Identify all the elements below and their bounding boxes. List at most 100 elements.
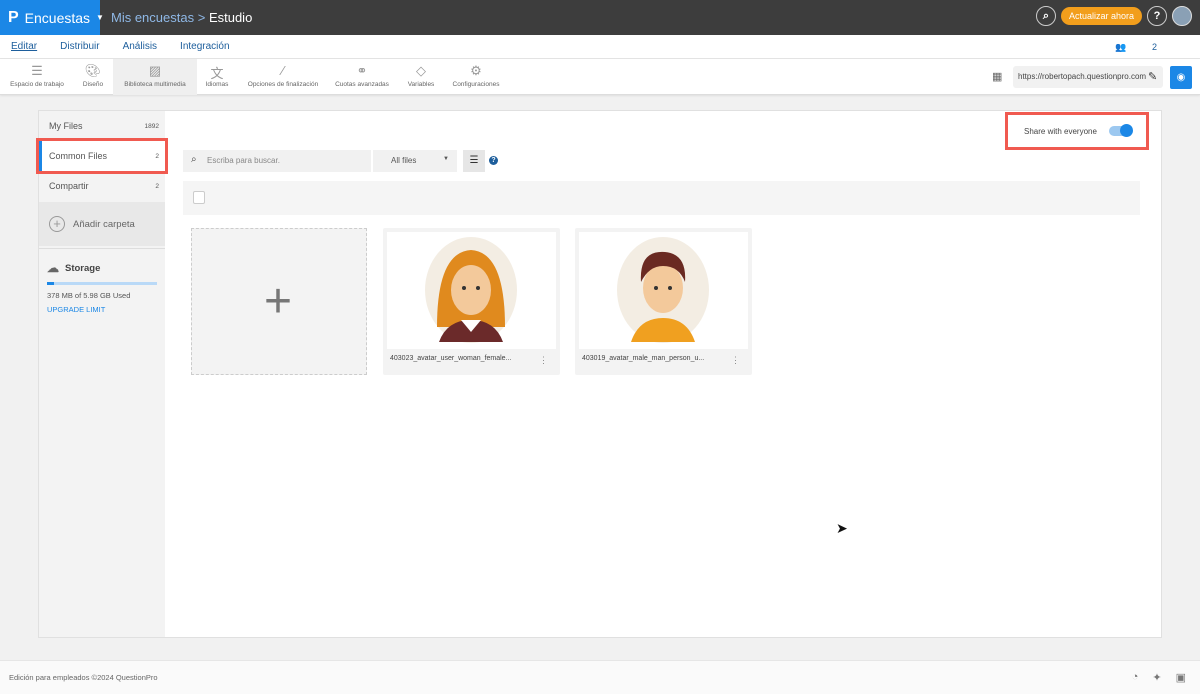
breadcrumb-separator: > bbox=[197, 10, 206, 25]
folder-count: 1892 bbox=[144, 122, 159, 130]
media-library-panel: My Files 1892 Common Files 2 Compartir 2 + A… bbox=[36, 110, 1162, 638]
gear-icon: ⚙ bbox=[470, 63, 482, 78]
qr-code-icon[interactable]: ▦ bbox=[992, 70, 1002, 83]
storage-used: 378 MB of 5.98 GB Used bbox=[47, 291, 131, 300]
plus-icon: + bbox=[264, 275, 293, 328]
speedometer-icon[interactable]: ◔ bbox=[1132, 671, 1139, 684]
search-input[interactable]: ⌕ Escriba para buscar. bbox=[183, 150, 371, 172]
search-placeholder: Escriba para buscar. bbox=[207, 156, 280, 165]
tool-languages[interactable]: 文 Idiomas bbox=[200, 59, 234, 95]
tool-media-library[interactable]: ▨ Biblioteca multimedia bbox=[113, 59, 197, 95]
search-icon[interactable]: ⌕ bbox=[1035, 6, 1056, 26]
translate-icon: 文 bbox=[210, 66, 224, 81]
collaborators[interactable]: 👥 2 bbox=[1115, 42, 1180, 53]
top-bar: P Encuestas ▼ Mis encuestas > Estudio ⌕ Ac… bbox=[0, 0, 1200, 35]
folder-common-files[interactable]: Common Files 2 bbox=[36, 138, 168, 174]
select-all-checkbox[interactable] bbox=[193, 191, 205, 204]
selection-bar bbox=[183, 181, 1140, 215]
storage-title: Storage bbox=[65, 262, 101, 274]
tool-end-options[interactable]: ⁄ Opciones de finalización bbox=[244, 59, 322, 95]
file-card[interactable]: 403019_avatar_male_man_person_u... ⋮ bbox=[575, 228, 752, 375]
chat-bot-icon[interactable]: ▣ bbox=[1176, 671, 1186, 684]
product-switcher[interactable]: P Encuestas ▼ bbox=[0, 0, 104, 35]
folder-sidebar: My Files 1892 Common Files 2 Compartir 2 + A… bbox=[36, 111, 168, 637]
breadcrumb: Mis encuestas > Estudio bbox=[111, 10, 252, 25]
file-thumbnail bbox=[579, 232, 748, 349]
file-thumbnail bbox=[387, 232, 556, 349]
share-toggle[interactable] bbox=[1108, 124, 1133, 137]
quota-icon: ⚭ bbox=[356, 63, 368, 78]
file-name: 403023_avatar_user_woman_female... bbox=[390, 355, 512, 362]
breadcrumb-current: Estudio bbox=[208, 10, 253, 25]
tab-integracion[interactable]: Integración bbox=[180, 41, 229, 52]
storage-panel: ☁ Storage 378 MB of 5.98 GB Used UPGRADE … bbox=[39, 248, 165, 326]
share-label: Share with everyone bbox=[1024, 126, 1097, 136]
woman-avatar-image bbox=[425, 237, 517, 343]
tool-label: Idiomas bbox=[205, 81, 229, 88]
footer: Edición para empleados ©2024 QuestionPro… bbox=[0, 660, 1200, 694]
tab-analisis[interactable]: Análisis bbox=[123, 41, 157, 52]
list-view-icon[interactable]: ☰ bbox=[463, 150, 485, 172]
file-name: 403019_avatar_male_man_person_u... bbox=[582, 355, 705, 362]
tab-distribuir[interactable]: Distribuir bbox=[60, 41, 99, 52]
more-options-icon[interactable]: ⋮ bbox=[539, 355, 548, 366]
folder-compartir[interactable]: Compartir 2 bbox=[39, 171, 165, 201]
upgrade-button[interactable]: Actualizar ahora bbox=[1060, 7, 1142, 25]
tool-settings[interactable]: ⚙ Configuraciones bbox=[450, 59, 502, 95]
tag-icon: ◇ bbox=[416, 63, 426, 78]
users-icon: 👥 bbox=[1115, 42, 1127, 52]
cloud-icon: ☁ bbox=[47, 261, 59, 275]
file-card[interactable]: 403023_avatar_user_woman_female... ⋮ bbox=[383, 228, 560, 375]
man-avatar-image bbox=[617, 237, 709, 343]
image-icon: ▨ bbox=[148, 63, 162, 78]
folder-count: 2 bbox=[155, 182, 159, 190]
share-with-everyone: Share with everyone bbox=[1005, 112, 1149, 150]
product-name: Encuestas bbox=[24, 9, 91, 26]
help-icon[interactable]: ? bbox=[1147, 6, 1167, 26]
main-nav: Editar Distribuir Análisis Integración 👥… bbox=[0, 35, 1200, 59]
caret-down-icon: ▼ bbox=[443, 156, 449, 162]
tool-label: Cuotas avanzadas bbox=[335, 81, 389, 88]
folder-count: 2 bbox=[155, 152, 159, 160]
file-type-filter[interactable]: All files ▼ bbox=[373, 150, 457, 172]
tool-label: Opciones de finalización bbox=[247, 81, 319, 88]
filter-value: All files bbox=[391, 156, 417, 165]
more-options-icon[interactable]: ⋮ bbox=[731, 355, 740, 366]
help-icon[interactable]: ? bbox=[489, 156, 498, 165]
caret-down-icon: ▼ bbox=[96, 13, 104, 22]
folder-label: My Files bbox=[49, 121, 83, 131]
storage-progress-fill bbox=[47, 282, 54, 285]
folder-label: Common Files bbox=[49, 151, 108, 161]
upload-file-tile[interactable]: + bbox=[191, 228, 367, 375]
tool-quotas[interactable]: ⚭ Cuotas avanzadas bbox=[333, 59, 391, 95]
add-folder-label: Añadir carpeta bbox=[73, 218, 135, 230]
tab-editar[interactable]: Editar bbox=[11, 41, 37, 52]
plus-circle-icon: + bbox=[49, 216, 65, 232]
tool-label: Biblioteca multimedia bbox=[124, 81, 186, 88]
user-avatar[interactable] bbox=[1172, 6, 1192, 26]
magic-wand-icon: ⁄ bbox=[281, 63, 285, 78]
edit-url-pencil-icon[interactable]: ✎ bbox=[1148, 70, 1158, 83]
search-icon: ⌕ bbox=[191, 154, 197, 165]
toggle-knob bbox=[1119, 124, 1133, 137]
tool-design[interactable]: 🎨︎ Diseño bbox=[76, 59, 110, 95]
upgrade-limit-link[interactable]: UPGRADE LIMIT bbox=[47, 305, 157, 314]
questionpro-logo-icon: P bbox=[8, 8, 19, 26]
survey-url-field[interactable]: https://robertopach.questionpro.com bbox=[1013, 66, 1163, 88]
workspace-icon: ☰ bbox=[31, 63, 43, 78]
collaborator-count: 2 bbox=[1151, 42, 1157, 52]
tool-label: Diseño bbox=[82, 81, 104, 88]
folder-label: Compartir bbox=[49, 181, 89, 191]
add-folder-button[interactable]: + Añadir carpeta bbox=[39, 202, 165, 246]
mouse-cursor-icon: ➤ bbox=[836, 520, 848, 536]
palette-icon: 🎨︎ bbox=[84, 63, 102, 78]
breadcrumb-parent[interactable]: Mis encuestas bbox=[111, 10, 194, 25]
preview-eye-icon[interactable]: ◉ bbox=[1170, 66, 1192, 89]
storage-progress-bar bbox=[47, 282, 157, 285]
sparkle-icon[interactable]: ✦ bbox=[1152, 671, 1161, 684]
tool-label: Variables bbox=[407, 81, 435, 88]
folder-my-files[interactable]: My Files 1892 bbox=[39, 111, 165, 141]
tool-variables[interactable]: ◇ Variables bbox=[404, 59, 438, 95]
tool-workspace[interactable]: ☰ Espacio de trabajo bbox=[6, 59, 68, 95]
tool-label: Espacio de trabajo bbox=[10, 81, 64, 88]
